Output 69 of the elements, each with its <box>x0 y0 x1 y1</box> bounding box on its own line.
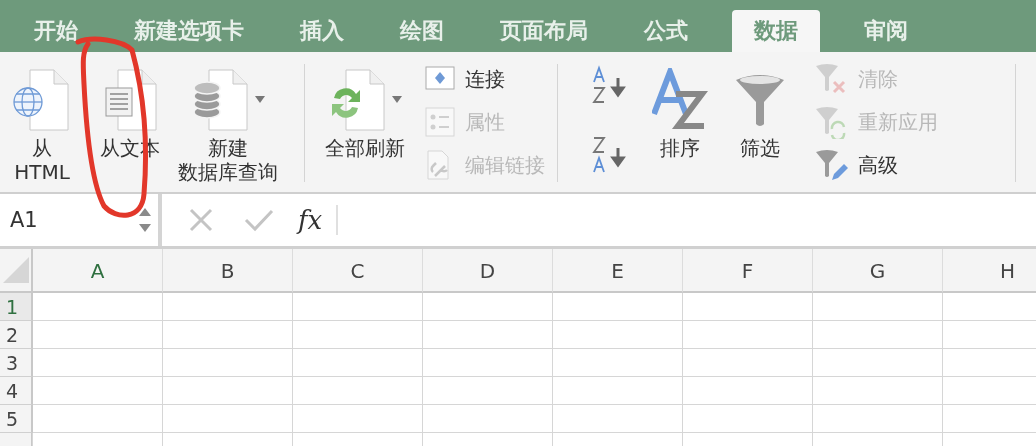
row-header[interactable]: 5 <box>0 405 33 433</box>
grid-cell[interactable] <box>293 349 423 377</box>
grid-cell[interactable] <box>33 377 163 405</box>
grid-cell[interactable] <box>683 377 813 405</box>
grid-cell[interactable] <box>553 377 683 405</box>
row-header[interactable]: 1 <box>0 293 33 321</box>
grid-cell[interactable] <box>293 377 423 405</box>
grid-cell[interactable] <box>163 377 293 405</box>
grid-cell[interactable] <box>293 293 423 321</box>
ribbon-small-button[interactable]: 高级 <box>814 146 938 184</box>
grid-cell[interactable] <box>163 405 293 433</box>
grid-cell[interactable] <box>683 405 813 433</box>
sort-az-icon <box>652 68 708 132</box>
grid-cell[interactable] <box>423 405 553 433</box>
row-header[interactable]: 4 <box>0 377 33 405</box>
grid-cell[interactable] <box>293 321 423 349</box>
grid-cell[interactable] <box>813 377 943 405</box>
ribbon-small-button[interactable]: 连接 <box>425 60 545 98</box>
grid-cell[interactable] <box>813 293 943 321</box>
web-document-icon <box>12 68 72 132</box>
refresh-all-button[interactable]: 全部刷新 <box>319 52 411 192</box>
grid-cell[interactable] <box>423 377 553 405</box>
ribbon-button[interactable]: 从 HTML <box>6 52 78 192</box>
cancel-icon[interactable] <box>188 207 214 233</box>
grid-cell[interactable] <box>553 349 683 377</box>
column-header[interactable]: C <box>293 249 423 293</box>
grid-cell[interactable] <box>423 321 553 349</box>
column-header[interactable]: E <box>553 249 683 293</box>
reapply-filter-icon <box>814 105 848 139</box>
checkmark-icon[interactable] <box>244 207 274 233</box>
grid-cell[interactable] <box>163 321 293 349</box>
sort-button[interactable]: 排序 <box>646 52 714 192</box>
grid-cell[interactable] <box>553 405 683 433</box>
ribbon-button[interactable]: 新建 数据库查询 <box>172 52 284 192</box>
column-header[interactable]: A <box>33 249 163 293</box>
grid-cell[interactable] <box>813 321 943 349</box>
column-header[interactable]: D <box>423 249 553 293</box>
grid-cell[interactable] <box>683 321 813 349</box>
properties-icon <box>425 107 455 137</box>
grid-cell[interactable] <box>33 405 163 433</box>
corner-triangle-icon <box>3 257 29 283</box>
grid-cell[interactable] <box>293 405 423 433</box>
grid-cell[interactable] <box>423 349 553 377</box>
name-box[interactable]: A1 <box>0 195 158 245</box>
insert-function-button[interactable]: fx <box>298 205 323 235</box>
grid-cell[interactable] <box>813 349 943 377</box>
select-all-corner[interactable] <box>0 249 33 293</box>
grid-cell[interactable] <box>553 293 683 321</box>
grid-cell[interactable] <box>813 405 943 433</box>
clear-filter-icon <box>814 62 848 96</box>
grid-cell[interactable] <box>33 293 163 321</box>
funnel-icon <box>734 72 786 128</box>
grid-cell[interactable] <box>33 321 163 349</box>
column-header[interactable]: H <box>943 249 1036 293</box>
row-header[interactable]: 3 <box>0 349 33 377</box>
grid-cell[interactable] <box>423 293 553 321</box>
database-document-icon <box>191 68 251 132</box>
row-header[interactable]: 2 <box>0 321 33 349</box>
column-header[interactable]: F <box>683 249 813 293</box>
column-header[interactable]: B <box>163 249 293 293</box>
grid-cell[interactable] <box>163 293 293 321</box>
grid-cell[interactable] <box>33 349 163 377</box>
advanced-filter-icon <box>814 148 848 182</box>
grid-cell[interactable] <box>553 321 683 349</box>
grid-cell[interactable] <box>683 293 813 321</box>
grid-cell[interactable] <box>163 349 293 377</box>
column-header[interactable]: G <box>813 249 943 293</box>
filter-button[interactable]: 筛选 <box>728 52 792 192</box>
grid-cell[interactable] <box>683 349 813 377</box>
